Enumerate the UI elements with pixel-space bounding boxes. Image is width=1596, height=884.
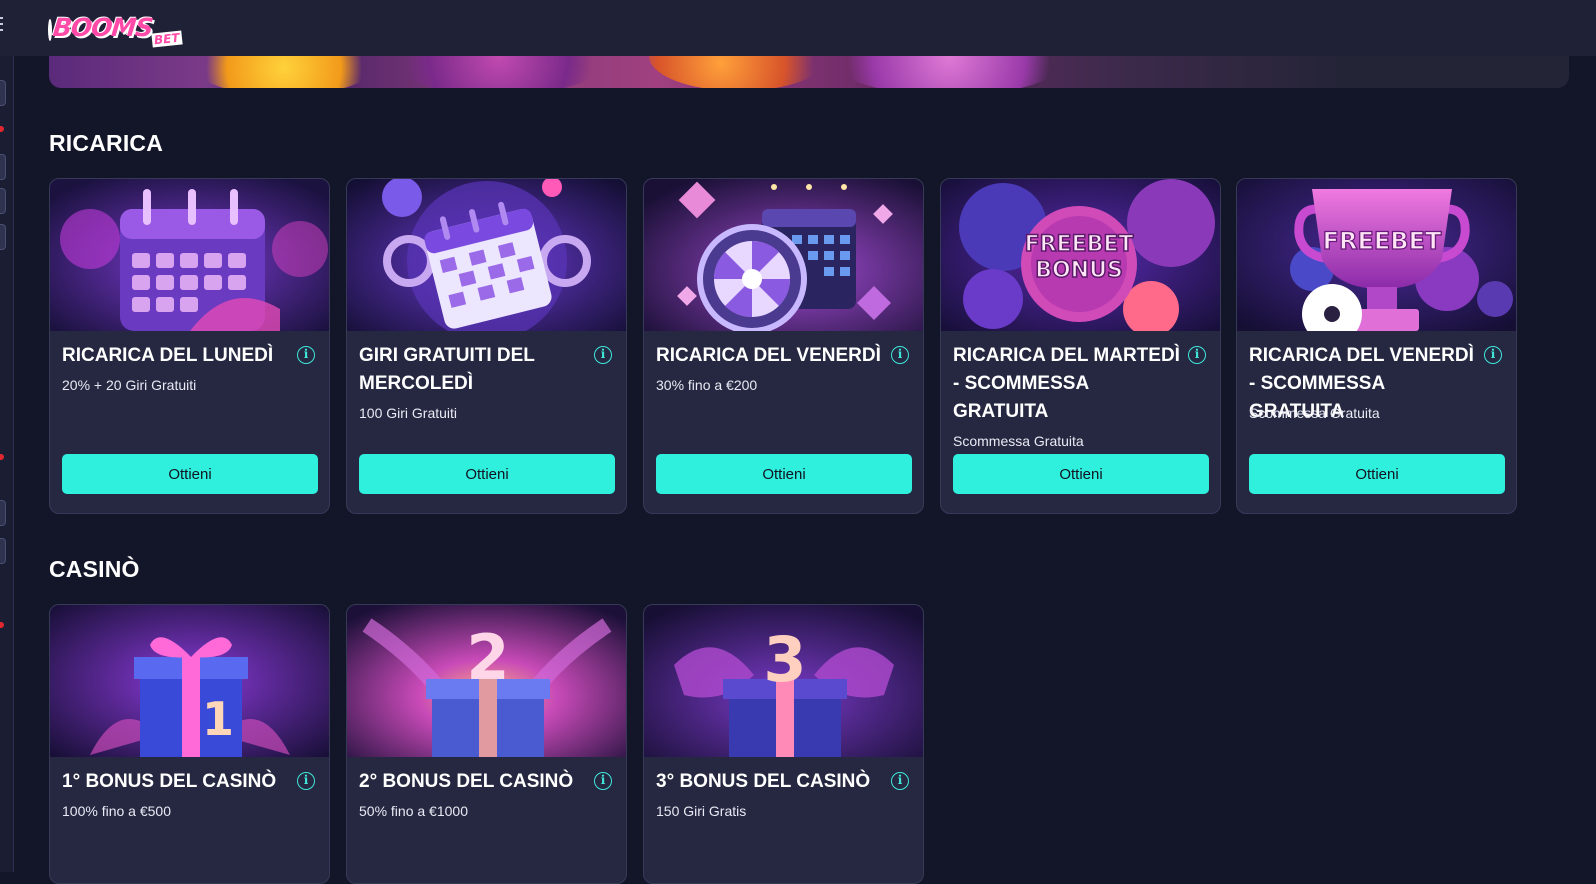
claim-button[interactable]: Ottieni [953, 454, 1209, 494]
sidebar-item[interactable] [0, 80, 6, 106]
wheel-calendar-icon [644, 179, 923, 331]
claim-button[interactable]: Ottieni [359, 454, 615, 494]
card-subtitle: 30% fino a €200 [656, 377, 758, 393]
sidebar-item[interactable] [0, 224, 6, 250]
card-title: 3° BONUS DEL CASINÒ [656, 771, 871, 792]
bonus-card[interactable]: 1 1° BONUS DEL CASINÒ i 100% fino a €500 [49, 604, 330, 884]
card-title: 1° BONUS DEL CASINÒ [62, 771, 277, 792]
sidebar-rail [0, 56, 14, 872]
info-icon[interactable]: i [594, 772, 612, 790]
card-title: RICARICA DEL VENERDÌ [656, 345, 881, 366]
bonus-card[interactable]: FREEBET RICARICA DEL VENERDÌ - SCOMMESSA… [1236, 178, 1517, 514]
card-subtitle: 50% fino a €1000 [359, 803, 468, 819]
card-title: 2° BONUS DEL CASINÒ [359, 771, 574, 792]
calendar-icon [50, 179, 329, 331]
card-subtitle: 100% fino a €500 [62, 803, 171, 819]
sidebar-item[interactable] [0, 154, 6, 180]
card-subtitle: Scommessa Gratuita [1249, 405, 1380, 421]
card-title: GIRI GRATUITI DEL MERCOLEDÌ [359, 345, 535, 394]
info-icon[interactable]: i [594, 346, 612, 364]
image-caption: FREEBET BONUS [1025, 232, 1134, 283]
bonus-card[interactable]: RICARICA DEL LUNEDÌ i 20% + 20 Giri Grat… [49, 178, 330, 514]
info-icon[interactable]: i [1188, 346, 1206, 364]
info-icon[interactable]: i [1484, 346, 1502, 364]
bonus-card[interactable]: GIRI GRATUITI DEL MERCOLEDÌ i 100 Giri G… [346, 178, 627, 514]
info-icon[interactable]: i [297, 772, 315, 790]
card-subtitle: 100 Giri Gratuiti [359, 405, 458, 421]
menu-toggle-icon[interactable] [0, 14, 6, 34]
image-caption: FREEBET [1323, 227, 1442, 255]
image-caption: 1 [202, 692, 234, 746]
promo-banner[interactable] [49, 56, 1569, 88]
info-icon[interactable]: i [891, 772, 909, 790]
claim-button[interactable]: Ottieni [656, 454, 912, 494]
claim-button[interactable]: Ottieni [1249, 454, 1505, 494]
gift-2-icon: 2 [347, 605, 626, 757]
card-title: RICARICA DEL LUNEDÌ [62, 345, 274, 366]
bonus-card[interactable]: 2 2° BONUS DEL CASINÒ i 50% fino a €1000 [346, 604, 627, 884]
section-title-ricarica: RICARICA [49, 130, 164, 156]
sidebar-item[interactable] [0, 538, 6, 564]
bonus-card[interactable]: RICARICA DEL VENERDÌ i 30% fino a €200 O… [643, 178, 924, 514]
sidebar-badge-dot [0, 622, 4, 628]
freebet-trophy-icon: FREEBET [1237, 179, 1516, 331]
gift-3-icon: 3 [644, 605, 923, 757]
freebet-balls-icon: FREEBET BONUS [941, 179, 1220, 331]
logo-suffix: BET [151, 30, 183, 48]
claim-button[interactable]: Ottieni [62, 454, 318, 494]
info-icon[interactable]: i [891, 346, 909, 364]
card-subtitle: Scommessa Gratuita [953, 433, 1084, 449]
section-title-casino: CASINÒ [49, 556, 140, 582]
card-subtitle: 20% + 20 Giri Gratuiti [62, 377, 197, 393]
calendar-spin-icon [347, 179, 626, 331]
card-subtitle: 150 Giri Gratis [656, 803, 747, 819]
card-title: RICARICA DEL MARTEDÌ - SCOMMESSA GRATUIT… [953, 345, 1180, 422]
image-caption: 3 [763, 623, 806, 696]
bonus-card[interactable]: 3 3° BONUS DEL CASINÒ i 150 Giri Gratis [643, 604, 924, 884]
sidebar-badge-dot [0, 126, 4, 132]
gift-1-icon: 1 [50, 605, 329, 757]
sidebar-item[interactable] [0, 500, 6, 526]
top-header: BOOMS BET [0, 0, 1596, 56]
bonus-card[interactable]: FREEBET BONUS RICARICA DEL MARTEDÌ - SCOM… [940, 178, 1221, 514]
sidebar-item[interactable] [0, 188, 6, 214]
logo-text: BOOMS [51, 13, 154, 42]
info-icon[interactable]: i [297, 346, 315, 364]
sidebar-badge-dot [0, 454, 4, 460]
image-caption: 2 [466, 621, 509, 694]
booms-bet-logo[interactable]: BOOMS BET [48, 2, 183, 50]
